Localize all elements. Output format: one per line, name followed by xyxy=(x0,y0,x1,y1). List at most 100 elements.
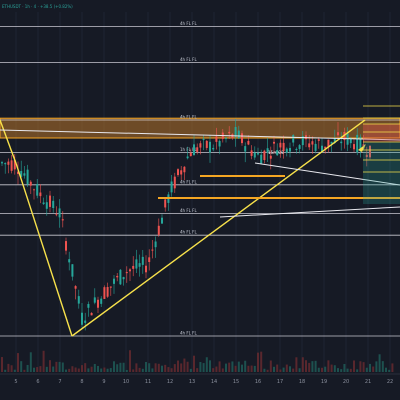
volume-bar xyxy=(71,366,74,372)
volume-bar xyxy=(385,367,387,372)
volume-bar xyxy=(109,368,112,372)
volume-bar xyxy=(212,368,215,372)
volume-bar xyxy=(241,364,243,372)
volume-bar xyxy=(311,361,314,372)
volume-bar xyxy=(330,364,333,372)
x-tick-label: 18 xyxy=(299,379,305,385)
candle-body xyxy=(132,265,135,269)
volume-bar xyxy=(138,367,141,372)
level-label: 4h FL FL xyxy=(180,331,197,336)
candle-body xyxy=(42,202,45,205)
candle-body xyxy=(93,297,96,303)
candle-body xyxy=(263,150,266,161)
candle-body xyxy=(183,166,186,173)
volume-bar xyxy=(186,361,189,372)
candle-body xyxy=(29,181,32,186)
volume-bar xyxy=(55,361,58,372)
volume-bar xyxy=(340,369,343,372)
volume-bar xyxy=(87,368,90,372)
volume-bar xyxy=(125,369,128,372)
volume-bar xyxy=(135,363,138,372)
candle-body xyxy=(250,150,253,156)
volume-bar xyxy=(74,367,77,372)
volume-bar xyxy=(305,360,307,372)
volume-bar xyxy=(161,365,163,372)
candle-body xyxy=(129,269,131,272)
x-tick-label: 16 xyxy=(255,379,261,385)
chart-panel[interactable]: 15m OB 4h FL FL 4h FL FL 4h FL FL 1h FL FL 4… xyxy=(0,0,400,400)
candle-body xyxy=(154,241,157,248)
volume-bar xyxy=(84,363,87,372)
candle-body xyxy=(189,152,192,157)
volume-bar xyxy=(215,366,218,372)
candle-body xyxy=(74,286,77,289)
volume-bar xyxy=(68,368,71,372)
candle-body xyxy=(4,163,7,165)
volume-bar xyxy=(199,361,202,372)
price-chart[interactable]: 15m OB 4h FL FL4h FL FL4h FL FL1h FL FL4… xyxy=(0,0,400,400)
candle-body xyxy=(356,134,359,153)
position-risk[interactable] xyxy=(363,124,400,142)
candle-body xyxy=(23,173,26,176)
candle-body xyxy=(87,304,90,308)
volume-bar xyxy=(100,368,103,372)
volume-bar xyxy=(29,352,32,372)
volume-bar xyxy=(81,365,83,372)
candle-body xyxy=(199,143,202,148)
volume-bar xyxy=(273,366,275,372)
volume-bar xyxy=(269,360,272,372)
volume-bar xyxy=(228,362,231,372)
volume-bar xyxy=(129,350,131,372)
volume-bar xyxy=(375,361,378,372)
candle-body xyxy=(170,181,173,193)
candle-body xyxy=(45,202,48,209)
candle-body xyxy=(81,312,83,325)
volume-bar xyxy=(77,368,80,372)
x-tick-label: 7 xyxy=(58,379,61,385)
candle-body xyxy=(106,287,109,297)
volume-bar xyxy=(209,360,211,372)
candle-body xyxy=(122,277,125,280)
candle-body xyxy=(193,144,195,156)
candle-body xyxy=(234,126,237,137)
trend-line-yellow[interactable] xyxy=(15,162,73,337)
volume-bar xyxy=(154,363,157,372)
volume-bar xyxy=(1,357,3,372)
candle-body xyxy=(285,148,288,153)
candle-body xyxy=(39,192,42,197)
volume-bar xyxy=(253,365,256,372)
candle-body xyxy=(253,152,256,158)
volume-bar xyxy=(202,363,205,372)
volume-bar xyxy=(119,362,122,372)
volume-bar xyxy=(247,365,250,372)
position-reward[interactable] xyxy=(363,142,400,204)
candle-body xyxy=(196,147,199,152)
volume-bar xyxy=(225,363,227,372)
volume-bar xyxy=(289,366,291,372)
volume-bar xyxy=(314,360,317,372)
x-tick-label: 10 xyxy=(123,379,129,385)
volume-bar xyxy=(164,364,167,372)
volume-bar xyxy=(349,368,352,372)
candle-body xyxy=(26,169,29,185)
candle-body xyxy=(151,249,154,251)
volume-bar xyxy=(295,357,298,372)
volume-bar xyxy=(237,361,240,372)
candle-body xyxy=(33,189,35,191)
candle-body xyxy=(116,275,119,278)
x-tick-label: 21 xyxy=(365,379,371,385)
symbol-header: ETHUSDT · 1h · 4 · +38.5 (+0.82%) xyxy=(2,4,73,9)
candle-body xyxy=(49,195,51,207)
x-tick-label: 13 xyxy=(189,379,195,385)
candle-body xyxy=(205,140,208,148)
trendline-white-lower[interactable] xyxy=(219,206,400,218)
volume-bar xyxy=(23,369,26,372)
volume-bar xyxy=(388,369,391,372)
volume-bar xyxy=(231,361,234,372)
candle-body xyxy=(353,144,355,150)
volume-bar xyxy=(113,361,115,372)
volume-bar xyxy=(333,365,336,372)
volume-bar xyxy=(285,364,288,372)
volume-bar xyxy=(244,360,247,372)
candle-body xyxy=(138,263,141,267)
